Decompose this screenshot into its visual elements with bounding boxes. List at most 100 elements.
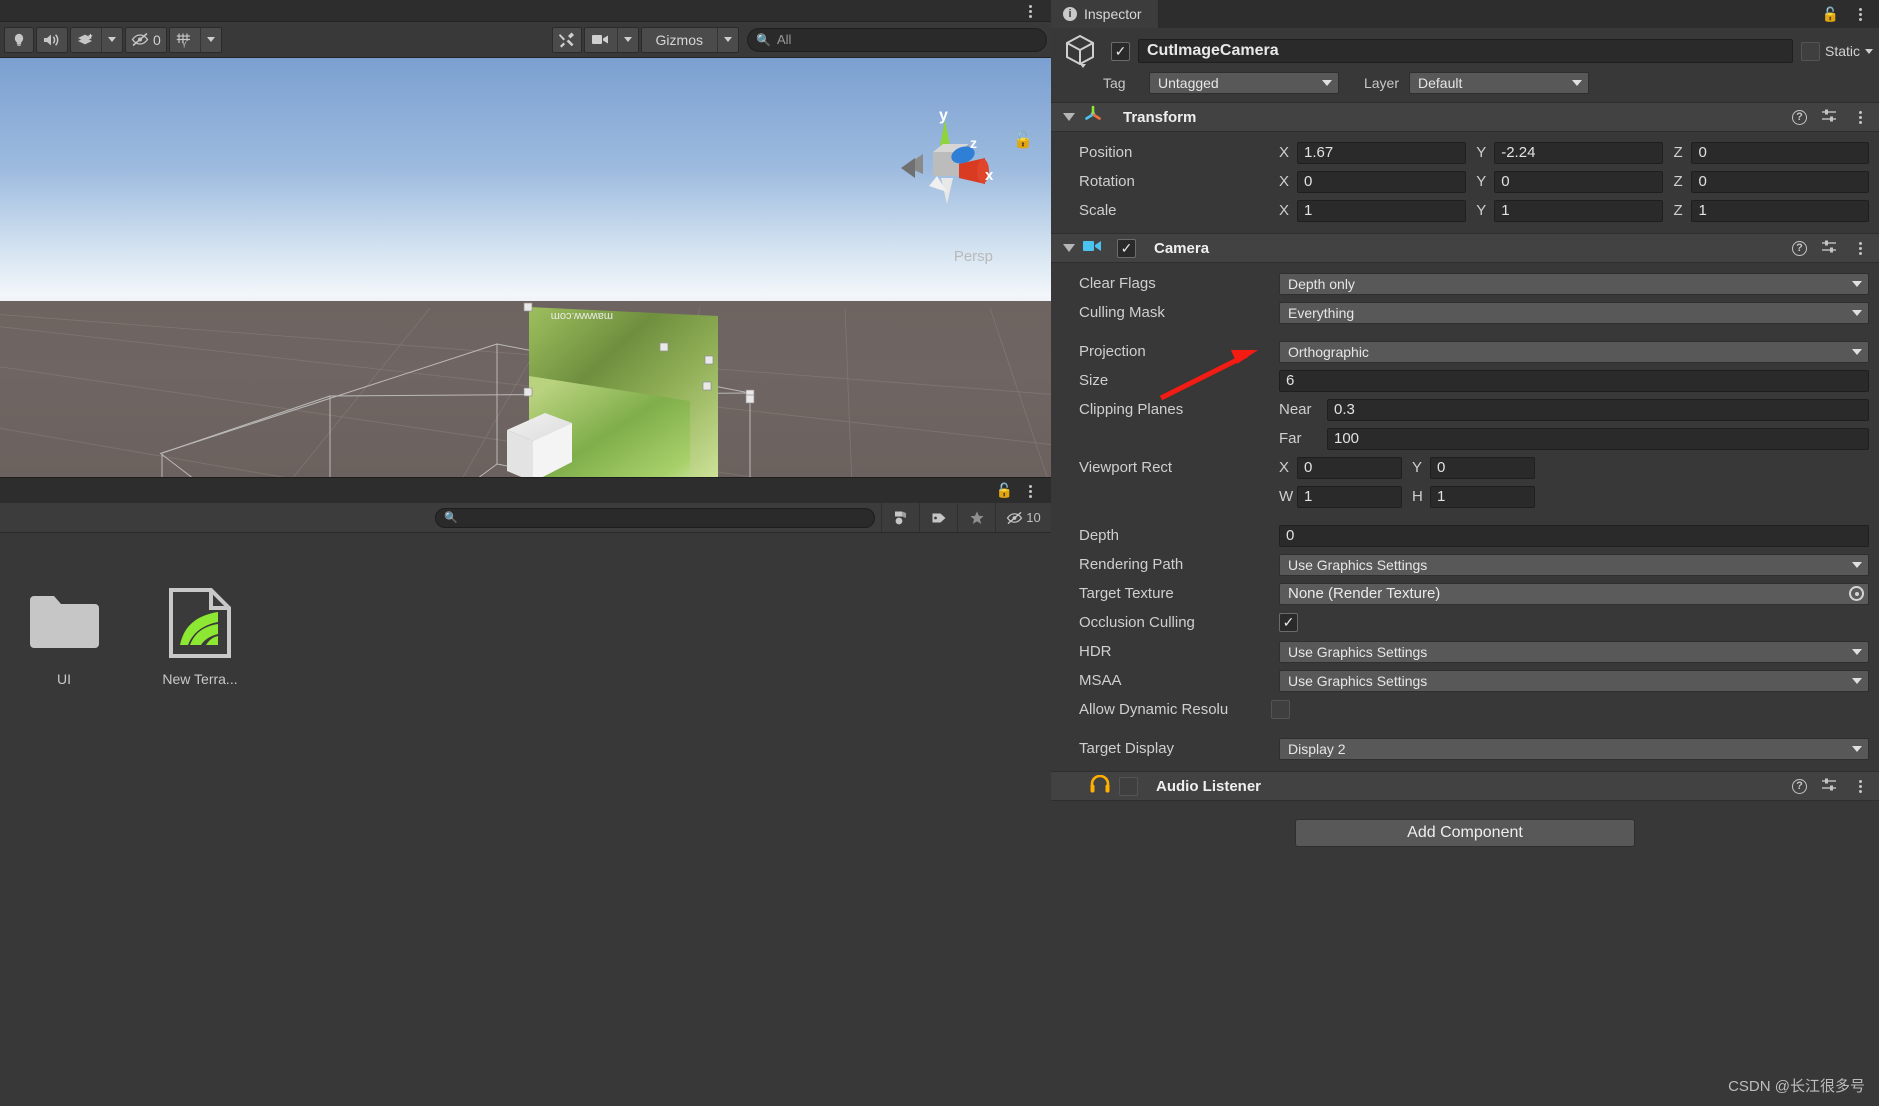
viewport-y-input[interactable]: 0 (1430, 456, 1535, 479)
inspector-lock-icon[interactable]: 🔓 (1822, 6, 1839, 23)
project-search-input[interactable]: 🔍 (435, 507, 875, 528)
scene-view-axis-gizmo[interactable]: y x z (885, 108, 1005, 228)
far-input[interactable]: 100 (1327, 427, 1869, 450)
camera-component-header[interactable]: ✓ Camera ? (1051, 233, 1879, 263)
tag-dropdown[interactable]: Untagged (1149, 72, 1339, 94)
preset-icon[interactable] (1821, 777, 1837, 796)
viewport-h-input[interactable]: 1 (1430, 485, 1535, 508)
object-enabled-checkbox[interactable]: ✓ (1111, 41, 1130, 61)
project-asset-area[interactable]: UI New Terra... (0, 533, 1051, 1106)
gizmos-dropdown-button[interactable] (717, 27, 738, 52)
audio-listener-options-kebab-icon[interactable] (1851, 777, 1869, 795)
culling-mask-dropdown[interactable]: Everything (1279, 301, 1869, 324)
effects-button[interactable] (71, 28, 101, 52)
position-z-input[interactable]: 0 (1691, 141, 1869, 164)
tab-inspector[interactable]: i Inspector (1051, 0, 1159, 28)
gizmos-button[interactable]: Gizmos (642, 28, 717, 52)
camera-foldout-icon[interactable] (1063, 244, 1075, 252)
effects-dropdown-button[interactable] (101, 27, 122, 52)
rotation-x-input[interactable]: 0 (1297, 170, 1467, 193)
help-icon[interactable]: ? (1792, 240, 1807, 256)
scene-lock-icon[interactable]: 🔓 (1013, 130, 1033, 150)
project-favorites-button[interactable] (957, 503, 995, 532)
static-checkbox[interactable] (1800, 41, 1820, 61)
scene-projection-mode-label[interactable]: Persp (954, 248, 993, 265)
transform-foldout-icon[interactable] (1063, 113, 1075, 121)
help-icon[interactable]: ? (1792, 109, 1807, 125)
audio-listener-title: Audio Listener (1156, 777, 1262, 795)
position-y-input[interactable]: -2.24 (1494, 141, 1664, 164)
rendering-path-dropdown[interactable]: Use Graphics Settings (1279, 553, 1869, 576)
rotation-z-input[interactable]: 0 (1691, 170, 1869, 193)
lighting-toggle-button[interactable] (4, 26, 34, 53)
search-icon: 🔍 (444, 512, 458, 524)
object-name-input[interactable]: CutImageCamera (1138, 39, 1793, 63)
scene-camera-group[interactable] (583, 26, 639, 53)
audio-listener-enabled-checkbox[interactable] (1119, 776, 1138, 796)
axis-x-label: X (1279, 202, 1290, 219)
position-x-input[interactable]: 1.67 (1297, 141, 1467, 164)
camera-enabled-checkbox[interactable]: ✓ (1117, 238, 1136, 258)
scale-z-input[interactable]: 1 (1691, 199, 1869, 222)
add-component-button[interactable]: Add Component (1295, 819, 1635, 847)
msaa-dropdown[interactable]: Use Graphics Settings (1279, 669, 1869, 692)
transform-options-kebab-icon[interactable] (1851, 108, 1869, 126)
audio-listener-component-header[interactable]: Audio Listener ? (1051, 771, 1879, 801)
target-texture-objectfield[interactable]: None (Render Texture) (1279, 582, 1869, 605)
inspector-options-kebab-icon[interactable] (1851, 5, 1869, 23)
rotation-y-input[interactable]: 0 (1494, 170, 1664, 193)
project-lock-icon[interactable]: 🔓 (996, 482, 1013, 499)
asset-item[interactable]: New Terra... (152, 585, 248, 687)
asset-type-filter-icon (894, 511, 906, 524)
preset-icon[interactable] (1821, 239, 1837, 258)
chevron-down-icon[interactable] (1865, 48, 1873, 54)
near-label: Near (1279, 401, 1312, 418)
grid-button[interactable]: Y (170, 28, 200, 52)
project-filter-type-button[interactable] (881, 503, 919, 532)
grid-dropdown-button[interactable] (199, 27, 221, 52)
tag-value: Untagged (1158, 75, 1219, 91)
search-icon: 🔍 (756, 32, 771, 47)
viewport-x-input[interactable]: 0 (1297, 456, 1402, 479)
near-input[interactable]: 0.3 (1327, 398, 1869, 421)
static-toggle[interactable]: Static (1800, 41, 1873, 61)
depth-input[interactable]: 0 (1279, 524, 1869, 547)
project-tab-strip: 🔓 (0, 477, 1051, 503)
scene-camera-dropdown-button[interactable] (616, 27, 638, 52)
occlusion-culling-checkbox[interactable]: ✓ (1279, 613, 1298, 632)
size-input[interactable]: 6 (1279, 369, 1869, 392)
inspector-panel: i Inspector 🔓 ✓ CutImageCamera Static Ta… (1051, 0, 1879, 1106)
projection-dropdown[interactable]: Orthographic (1279, 340, 1869, 363)
hdr-dropdown[interactable]: Use Graphics Settings (1279, 640, 1869, 663)
grid-group[interactable]: Y (168, 26, 222, 53)
audio-toggle-button[interactable] (36, 26, 68, 53)
preset-icon[interactable] (1821, 108, 1837, 127)
project-hidden-count[interactable]: 10 (995, 503, 1051, 532)
scale-x-input[interactable]: 1 (1297, 199, 1467, 222)
scene-options-kebab-icon[interactable] (1021, 2, 1039, 20)
scale-y-input[interactable]: 1 (1494, 199, 1664, 222)
layer-dropdown[interactable]: Default (1409, 72, 1589, 94)
viewport-w-input[interactable]: 1 (1297, 485, 1402, 508)
help-icon[interactable]: ? (1792, 778, 1807, 794)
scene-search-input[interactable]: 🔍 All (747, 27, 1047, 52)
axis-x-label: X (1279, 173, 1290, 190)
scene-view-viewport[interactable]: mawww.com y x z Persp 🔓 (0, 58, 1051, 477)
scene-tools-button[interactable] (551, 26, 582, 53)
transform-component-header[interactable]: Transform ? (1051, 102, 1879, 132)
target-display-dropdown[interactable]: Display 2 (1279, 737, 1869, 760)
viewport-w-label: W (1279, 488, 1294, 505)
project-filter-label-button[interactable] (919, 503, 957, 532)
dynamic-resolution-checkbox[interactable] (1271, 700, 1290, 719)
project-options-kebab-icon[interactable] (1021, 482, 1039, 500)
gizmos-group[interactable]: Gizmos (640, 26, 739, 53)
hidden-objects-button[interactable]: 0 (125, 26, 167, 53)
folder-icon (24, 585, 104, 661)
asset-item[interactable]: UI (16, 585, 112, 687)
scene-camera-button[interactable] (585, 28, 617, 52)
clear-flags-dropdown[interactable]: Depth only (1279, 272, 1869, 295)
position-vector: X 1.67 Y -2.24 Z 0 (1279, 141, 1869, 164)
camera-options-kebab-icon[interactable] (1851, 239, 1869, 257)
effects-toggle-group[interactable] (70, 26, 123, 53)
object-picker-icon[interactable] (1849, 586, 1864, 601)
